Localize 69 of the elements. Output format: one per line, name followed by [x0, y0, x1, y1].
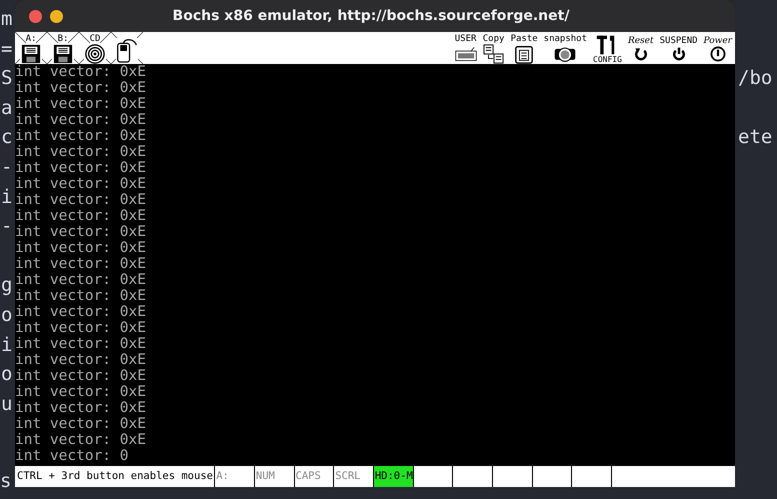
console-line: int vector: 0xE	[15, 240, 147, 256]
toolbar-label: Copy	[482, 34, 504, 44]
power-icon[interactable]	[710, 46, 726, 62]
toolbar-label: snapshot	[544, 34, 588, 44]
clipboard-icon[interactable]	[513, 44, 536, 64]
console-line: int vector: 0xE	[15, 144, 147, 160]
close-icon[interactable]	[29, 10, 42, 22]
toolbar-label: CONFIG	[593, 56, 622, 64]
console-line: int vector: 0xE	[15, 288, 147, 304]
copy-icon[interactable]	[482, 44, 505, 64]
editor-text: S	[1, 67, 12, 90]
disc-icon[interactable]	[84, 44, 106, 64]
window-title: Bochs x86 emulator, http://bochs.sourceforge.net/	[172, 8, 570, 24]
console-line: int vector: 0xE	[15, 272, 147, 288]
console-line: int vector: 0xE	[15, 352, 147, 368]
editor-text: o	[1, 363, 12, 386]
keyboard-icon[interactable]	[454, 44, 477, 64]
editor-text: ete	[738, 126, 772, 148]
editor-text: u	[1, 392, 12, 415]
console-line: int vector: 0xE	[15, 208, 147, 224]
console-line: int vector: 0	[15, 448, 130, 464]
console-line: int vector: 0xE	[15, 128, 147, 144]
mouse-icon[interactable]	[116, 38, 138, 64]
console-line: int vector: 0xE	[15, 320, 147, 336]
editor-text: g	[1, 274, 12, 296]
console-line: int vector: 0xE	[15, 224, 147, 240]
console-line: int vector: 0xE	[15, 256, 147, 272]
status-message: CTRL + 3rd button enables mouse	[15, 466, 216, 487]
console-line: int vector: 0xE	[15, 336, 147, 352]
toolbar-label: CD	[90, 34, 100, 44]
toolbar-label: A:	[26, 34, 36, 44]
editor-text: a	[1, 96, 12, 119]
toolbar-label: Reset	[628, 36, 654, 46]
console-line: int vector: 0xE	[15, 192, 147, 208]
editor-text: -	[1, 156, 12, 178]
status-indicator: HD:0-M	[374, 466, 414, 487]
console-line: int vector: 0xE	[15, 432, 147, 448]
console-line: int vector: 0xE	[15, 176, 147, 192]
console-line: int vector: 0xE	[15, 96, 147, 112]
minimize-icon[interactable]	[50, 10, 63, 22]
editor-text: /bo	[738, 67, 772, 90]
status-indicator: NUM	[254, 466, 295, 487]
editor-text: c	[1, 126, 12, 148]
console-line: int vector: 0xE	[15, 384, 147, 400]
floppy-icon[interactable]	[52, 44, 74, 64]
editor-text: =	[1, 38, 12, 60]
console-line: int vector: 0xE	[15, 368, 147, 384]
console-line: int vector: 0xE	[15, 400, 147, 416]
toolbar-label: Paste	[510, 34, 538, 44]
console-line: int vector: 0xE	[15, 416, 147, 432]
editor-text: i	[1, 334, 12, 356]
toolbar-label: SUSPEND	[660, 36, 698, 46]
editor-text: -	[1, 215, 12, 238]
editor-text: m	[1, 8, 12, 30]
console-line: int vector: 0xE	[15, 80, 147, 96]
floppy-icon[interactable]	[20, 44, 42, 64]
reset-icon[interactable]	[632, 46, 649, 62]
toolbar-label: Power	[704, 36, 732, 46]
editor-text: i	[1, 186, 12, 208]
console-line: int vector: 0xE	[15, 160, 147, 176]
toolbar-label: B:	[58, 34, 68, 44]
status-indicator: A:	[215, 466, 255, 487]
console-line: int vector: 0xE	[15, 304, 147, 320]
toolbar-label: USER	[454, 34, 476, 44]
editor-text: s	[0, 470, 12, 492]
console-line: int vector: 0xE	[15, 64, 147, 80]
console-line: int vector: 0xE	[15, 112, 147, 128]
status-indicator: CAPS	[294, 466, 334, 487]
editor-text: o	[1, 304, 12, 326]
